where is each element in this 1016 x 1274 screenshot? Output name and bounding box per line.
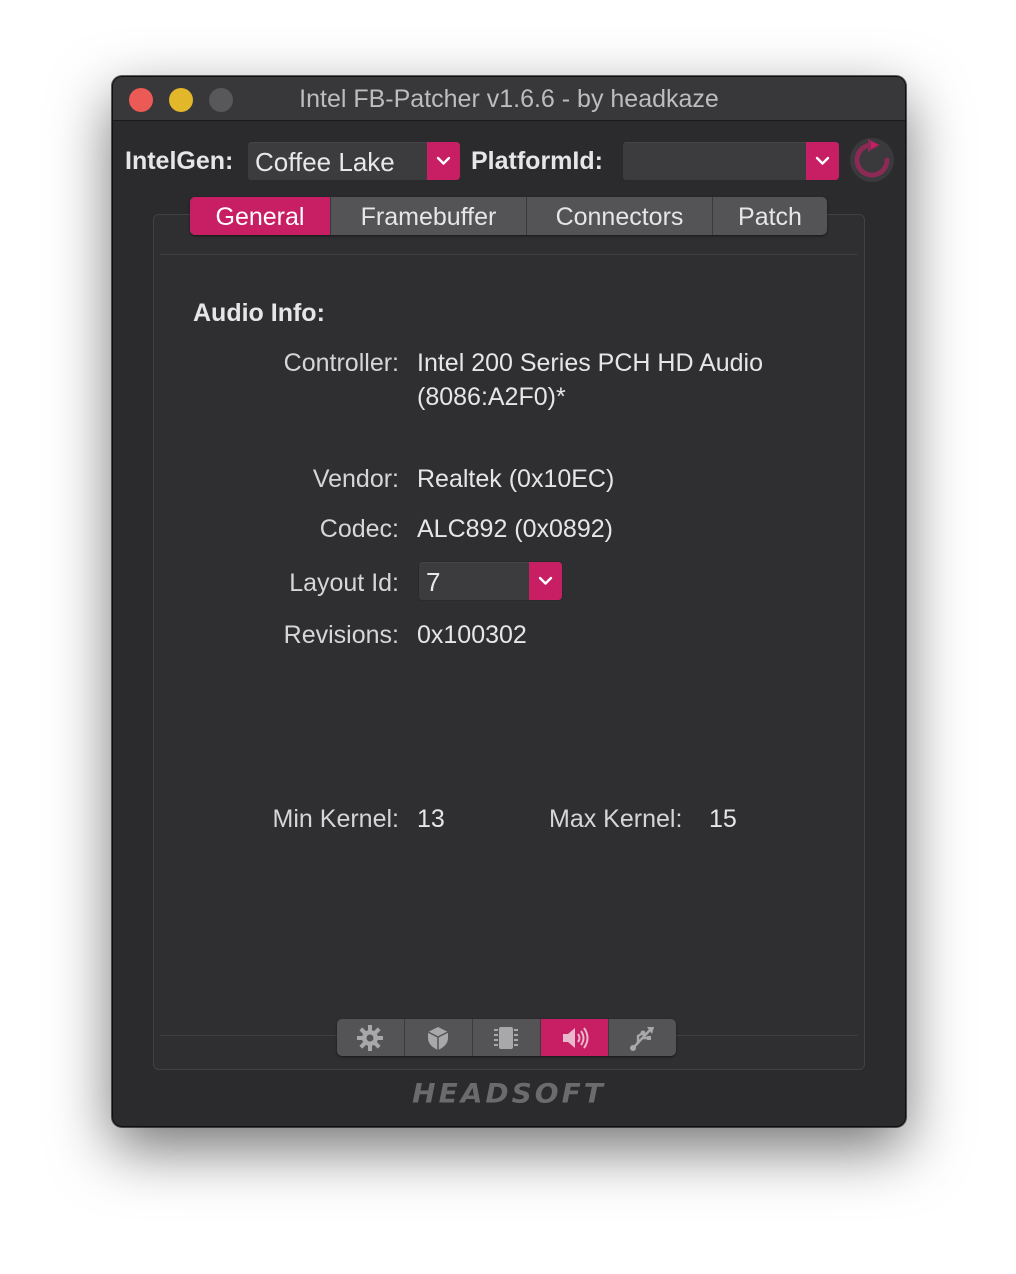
tab-general[interactable]: General xyxy=(190,197,331,235)
platformid-label: PlatformId: xyxy=(471,147,603,175)
intelgen-select[interactable]: Coffee Lake xyxy=(247,141,461,181)
title-bar[interactable]: Intel FB-Patcher v1.6.6 - by headkaze xyxy=(113,77,905,121)
settings-section-button[interactable] xyxy=(337,1019,405,1056)
revisions-label: Revisions: xyxy=(283,621,399,649)
panel-divider-top xyxy=(160,254,858,255)
controller-value-line2: (8086:A2F0)* xyxy=(417,383,566,411)
vendor-label: Vendor: xyxy=(312,465,399,493)
codec-label: Codec: xyxy=(319,515,399,543)
refresh-icon[interactable] xyxy=(847,135,897,185)
headsoft-logo: HEADSOFT xyxy=(412,1077,606,1110)
tab-connectors[interactable]: Connectors xyxy=(527,197,713,235)
max-kernel-value: 15 xyxy=(709,805,737,833)
min-kernel-value: 13 xyxy=(417,805,445,833)
gear-icon xyxy=(357,1025,383,1051)
chip-section-button[interactable] xyxy=(473,1019,541,1056)
vendor-value: Realtek (0x10EC) xyxy=(417,465,615,493)
layout-id-label: Layout Id: xyxy=(289,569,399,597)
layout-id-select[interactable]: 7 xyxy=(418,561,563,601)
window-title: Intel FB-Patcher v1.6.6 - by headkaze xyxy=(299,85,719,113)
platformid-select[interactable] xyxy=(622,141,840,181)
chevron-down-icon[interactable] xyxy=(806,142,839,180)
tab-bar: General Framebuffer Connectors Patch xyxy=(190,197,827,235)
framebuffer-section-button[interactable] xyxy=(405,1019,473,1056)
revisions-value: 0x100302 xyxy=(417,621,527,649)
section-icon-bar xyxy=(337,1019,676,1056)
usb-section-button[interactable] xyxy=(609,1019,676,1056)
audio-section-button[interactable] xyxy=(541,1019,609,1056)
codec-value: ALC892 (0x0892) xyxy=(417,515,613,543)
intelgen-value: Coffee Lake xyxy=(255,147,395,177)
controller-label: Controller: xyxy=(283,349,399,377)
tab-patch[interactable]: Patch xyxy=(713,197,827,235)
min-kernel-label: Min Kernel: xyxy=(272,805,399,833)
usb-icon xyxy=(630,1027,654,1051)
controller-value-line1: Intel 200 Series PCH HD Audio xyxy=(417,349,764,377)
max-kernel-label: Max Kernel: xyxy=(549,805,683,833)
chip-icon xyxy=(494,1027,518,1049)
chevron-down-icon[interactable] xyxy=(427,142,460,180)
layout-id-value: 7 xyxy=(426,567,441,597)
speaker-icon xyxy=(563,1027,589,1049)
app-window: Intel FB-Patcher v1.6.6 - by headkaze In… xyxy=(112,76,906,1127)
intelgen-label: IntelGen: xyxy=(125,147,234,175)
chevron-down-icon[interactable] xyxy=(529,562,562,600)
gpu-icon xyxy=(427,1027,449,1050)
audio-info-heading: Audio Info: xyxy=(193,299,325,327)
tab-framebuffer[interactable]: Framebuffer xyxy=(331,197,527,235)
